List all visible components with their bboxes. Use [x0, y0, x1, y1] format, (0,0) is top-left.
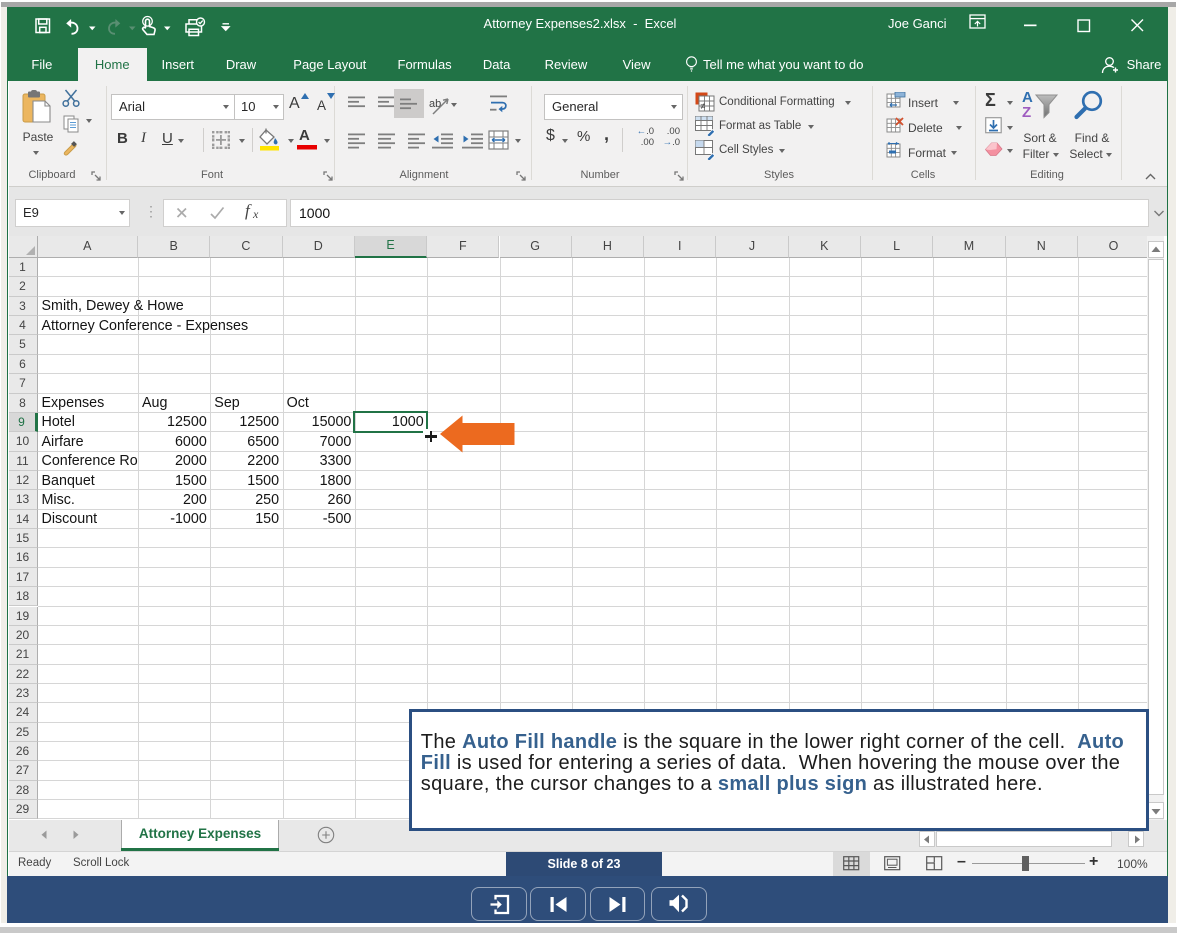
svg-text:≠: ≠	[701, 101, 706, 111]
